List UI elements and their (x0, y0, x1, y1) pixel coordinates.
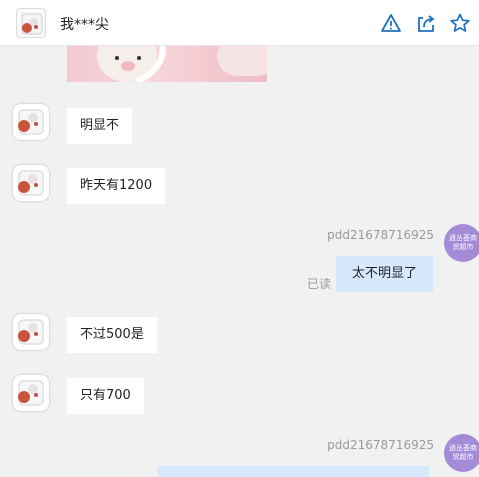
message-list[interactable]: 明显不 昨天有1200 pdd21678716925 逍丛荟商贸超市 已读 太不… (0, 46, 479, 477)
contact-avatar[interactable] (13, 104, 49, 140)
shop-avatar[interactable]: 逍丛荟商贸超市 (444, 224, 479, 262)
contact-avatar[interactable] (13, 375, 49, 411)
contact-avatar[interactable] (13, 314, 49, 350)
message-bubble: 昨天有1200 (67, 168, 166, 204)
message-bubble: 太不明显了 (336, 256, 434, 292)
sender-name: pdd21678716925 (327, 438, 434, 452)
contact-avatar[interactable] (13, 165, 49, 201)
warning-icon[interactable] (380, 12, 402, 34)
message-bubble (158, 466, 429, 477)
shop-avatar[interactable]: 逍丛荟商贸超市 (444, 434, 479, 472)
sender-name: pdd21678716925 (327, 228, 434, 242)
message-bubble: 不过500是 (67, 317, 157, 353)
read-status: 已读 (307, 277, 332, 291)
contact-name: 我***尖 (60, 17, 109, 33)
message-image[interactable] (67, 46, 267, 82)
star-icon[interactable] (449, 12, 471, 34)
contact-avatar[interactable] (16, 8, 46, 38)
chat-header: 我***尖 (0, 0, 479, 46)
message-bubble: 只有700 (67, 378, 144, 414)
message-bubble: 明显不 (67, 108, 133, 144)
share-icon[interactable] (415, 12, 437, 34)
